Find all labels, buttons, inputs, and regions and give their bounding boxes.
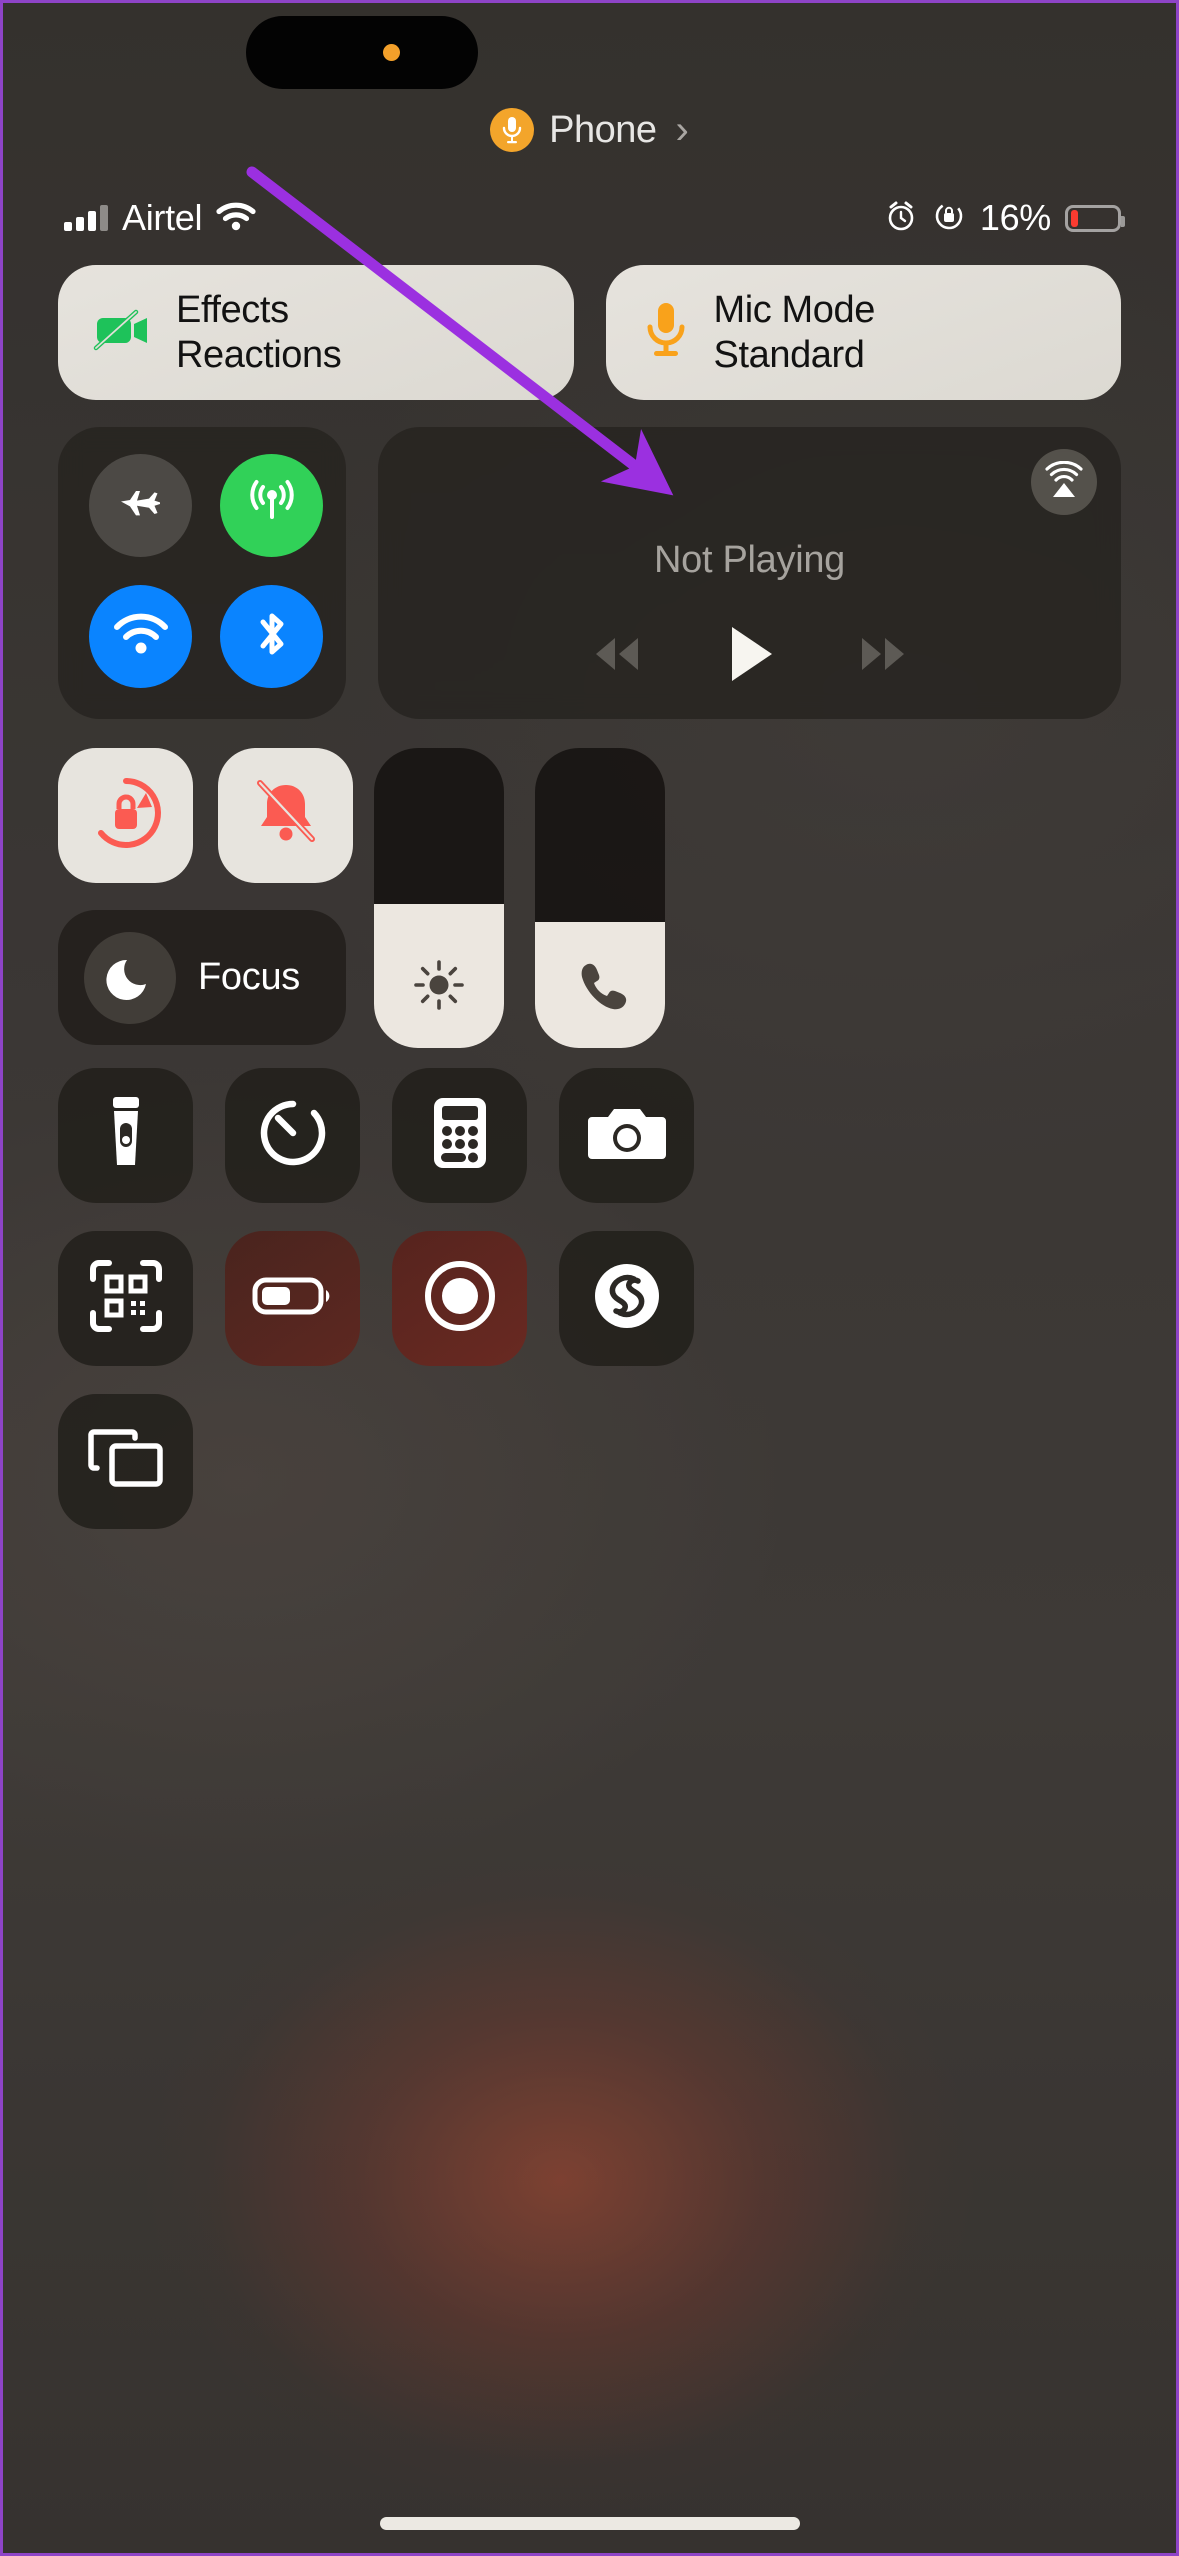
effects-subtitle: Reactions (176, 333, 342, 376)
screen-mirroring-shortcut[interactable] (58, 1394, 193, 1529)
chevron-right-icon[interactable]: › (676, 110, 689, 150)
active-call-pill[interactable]: Phone › (0, 108, 1179, 152)
battery-low-power-icon (251, 1272, 335, 1325)
microphone-icon (640, 299, 692, 366)
wifi-icon (216, 201, 256, 236)
toggles-and-sliders-row: Focus (58, 748, 1121, 1048)
alarm-clock-icon (884, 199, 918, 238)
low-power-mode-toggle[interactable] (225, 1231, 360, 1366)
airplay-audio-icon[interactable] (1031, 449, 1097, 515)
brightness-sun-icon (411, 957, 467, 1018)
active-call-label: Phone (549, 108, 657, 151)
connectivity-and-media-row: Not Playing (58, 427, 1121, 719)
flashlight-icon (101, 1093, 151, 1178)
camera-shortcut[interactable] (559, 1068, 694, 1203)
phone-handset-icon (572, 957, 628, 1018)
home-indicator[interactable] (379, 2517, 800, 2530)
rotation-lock-toggle[interactable] (58, 748, 193, 883)
call-controls-row: Effects Reactions Mic Mode Standard (58, 265, 1121, 400)
wifi-toggle[interactable] (89, 585, 192, 688)
control-center-screen: Phone › Airtel 16% Effects Reactions Mic… (0, 0, 1179, 2556)
screen-recording-toggle[interactable] (392, 1231, 527, 1366)
timer-icon (256, 1096, 330, 1175)
battery-icon (1065, 204, 1125, 232)
rotation-lock-icon (84, 771, 168, 860)
carrier-name: Airtel (122, 197, 203, 238)
rotation-lock-icon (932, 199, 966, 238)
focus-label: Focus (198, 956, 300, 998)
video-off-icon (92, 306, 154, 359)
status-bar-left: Airtel (64, 190, 256, 246)
effects-tile[interactable]: Effects Reactions (58, 265, 574, 400)
airplane-mode-toggle[interactable] (89, 454, 192, 557)
bell-slash-icon (244, 771, 328, 860)
bluetooth-toggle[interactable] (220, 585, 323, 688)
shazam-icon (588, 1257, 666, 1340)
screen-mirroring-icon (87, 1426, 164, 1497)
status-bar: Airtel 16% (0, 190, 1179, 246)
status-bar-right: 16% (884, 190, 1125, 246)
mic-mode-tile[interactable]: Mic Mode Standard (605, 265, 1121, 400)
cellular-data-toggle[interactable] (220, 454, 323, 557)
battery-percentage: 16% (979, 197, 1051, 238)
timer-shortcut[interactable] (225, 1068, 360, 1203)
dynamic-island[interactable] (246, 16, 478, 89)
wifi-icon (112, 612, 170, 661)
moon-icon (84, 931, 176, 1024)
cellular-antenna-icon (244, 475, 300, 536)
play-icon[interactable] (722, 622, 778, 691)
code-scanner-shortcut[interactable] (58, 1231, 193, 1366)
silent-mode-toggle[interactable] (218, 748, 353, 883)
brightness-slider[interactable] (374, 748, 504, 1048)
flashlight-toggle[interactable] (58, 1068, 193, 1203)
mic-mode-subtitle: Standard (713, 333, 865, 376)
qr-code-scan-icon (87, 1257, 165, 1340)
shazam-shortcut[interactable] (559, 1231, 694, 1366)
grid-row (58, 1231, 1121, 1366)
bluetooth-icon (252, 606, 292, 667)
calculator-shortcut[interactable] (392, 1068, 527, 1203)
mic-mode-title: Mic Mode (713, 288, 876, 331)
cellular-bars-icon (64, 205, 108, 231)
shortcut-icon-grid (58, 1068, 1121, 1557)
grid-row (58, 1068, 1121, 1203)
airplane-icon (115, 477, 167, 534)
media-playback-module: Not Playing (378, 427, 1121, 719)
effects-title: Effects (176, 288, 289, 331)
now-playing-status: Not Playing (653, 539, 846, 581)
microphone-icon (490, 108, 535, 152)
focus-toggle[interactable]: Focus (58, 910, 346, 1045)
rewind-icon[interactable] (584, 632, 650, 681)
grid-row (58, 1394, 1121, 1529)
media-transport-controls (378, 622, 1121, 691)
fast-forward-icon[interactable] (850, 632, 916, 681)
microphone-active-indicator-dot (382, 44, 400, 61)
calculator-icon (431, 1095, 489, 1176)
record-circle-icon (422, 1258, 498, 1339)
volume-slider[interactable] (535, 748, 665, 1048)
connectivity-module (58, 427, 346, 719)
camera-icon (586, 1101, 668, 1170)
